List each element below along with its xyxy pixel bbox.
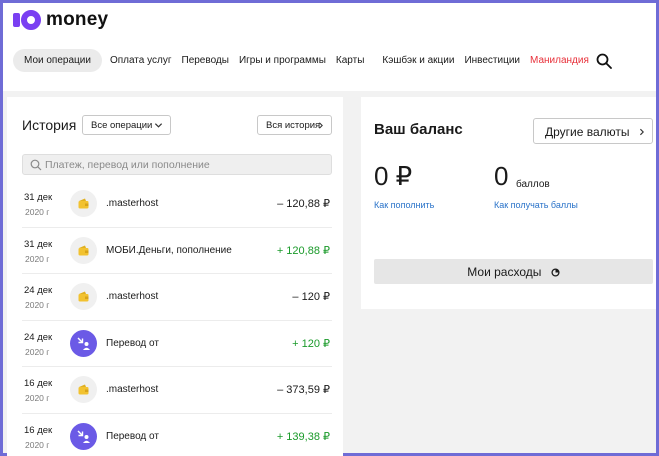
history-search [22, 154, 332, 175]
operation-date: 31 дек [24, 192, 53, 203]
nav-item-investments[interactable]: Инвестиции [459, 49, 525, 72]
operation-year: 2020 г [25, 300, 50, 310]
nav-item-manilandia[interactable]: Маниландия [525, 49, 594, 72]
transfer-icon [70, 329, 97, 357]
operation-amount: – 120 ₽ [292, 291, 330, 303]
operation-date: 31 дек [24, 238, 53, 250]
search-icon [30, 159, 42, 171]
balance-title: Ваш баланс [374, 121, 463, 138]
transfer-icon [70, 422, 97, 450]
other-currencies-label: Другие валюты [545, 125, 630, 139]
list-item[interactable]: 31 дек 2020 г .masterhost – 120,88 ₽ [22, 181, 332, 228]
list-item[interactable]: 24 дек 2020 г Перевод от + 120 ₽ [22, 321, 332, 367]
operation-name: .masterhost [106, 291, 159, 302]
wallet-icon [70, 190, 97, 217]
operation-amount: – 373,59 ₽ [277, 384, 330, 396]
operation-date: 24 дек [24, 285, 53, 296]
my-expenses-button[interactable]: Мои расходы [374, 259, 653, 284]
list-item[interactable]: 16 дек 2020 г Перевод от + 139,38 ₽ [22, 414, 332, 456]
wallet-icon [70, 376, 97, 403]
operation-year: 2020 г [25, 207, 50, 217]
nav-item-transfers[interactable]: Переводы [177, 49, 234, 72]
operation-year: 2020 г [25, 253, 50, 264]
points-link[interactable]: Как получать баллы [494, 200, 578, 210]
nav-item-games[interactable]: Игры и программы [234, 49, 331, 72]
other-currencies-button[interactable]: Другие валюты [533, 118, 653, 144]
operation-name: Перевод от [106, 337, 159, 349]
operation-name: МОБИ.Деньги, пополнение [106, 244, 232, 256]
points-label: баллов [516, 179, 550, 190]
list-item[interactable]: 24 дек 2020 г .masterhost – 120 ₽ [22, 274, 332, 321]
list-item[interactable]: 31 дек 2020 г МОБИ.Деньги, пополнение + … [22, 228, 332, 274]
nav-item-payments[interactable]: Оплата услуг [105, 49, 177, 72]
chevron-right-icon [319, 122, 323, 129]
all-history-label: Вся история [266, 120, 321, 131]
history-panel: История Все операции Вся история 31 дек … [7, 97, 343, 456]
operation-amount: + 120 ₽ [292, 337, 330, 350]
points-amount: 0 [494, 161, 509, 191]
nav-item-cards[interactable]: Карты [331, 49, 370, 72]
operation-name: Перевод от [106, 430, 159, 442]
my-expenses-label: Мои расходы [467, 265, 542, 279]
operation-amount: + 139,38 ₽ [276, 430, 330, 443]
operations-list: 31 дек 2020 г .masterhost – 120,88 ₽ 31 … [22, 181, 332, 456]
top-up-link[interactable]: Как пополнить [374, 200, 434, 210]
operation-year: 2020 г [25, 393, 50, 403]
pie-chart-icon [551, 268, 560, 277]
main-nav: Мои операции Оплата услуг Переводы Игры … [13, 49, 594, 72]
logo-mark-icon [13, 10, 41, 30]
search-icon[interactable] [596, 53, 612, 69]
operation-name: .masterhost [106, 198, 159, 209]
list-item[interactable]: 16 дек 2020 г .masterhost – 373,59 ₽ [22, 367, 332, 414]
operation-year: 2020 г [25, 346, 50, 357]
top-header: money Мои операции Оплата услуг Переводы… [3, 3, 656, 91]
chevron-right-icon [640, 128, 644, 136]
history-title: История [22, 117, 77, 133]
operation-date: 16 дек [24, 424, 53, 436]
operation-date: 24 дек [24, 331, 53, 343]
nav-item-cashback[interactable]: Кэшбэк и акции [377, 49, 459, 72]
operation-year: 2020 г [25, 439, 50, 450]
logo-text: money [46, 9, 109, 30]
operation-name: .masterhost [106, 384, 159, 395]
operation-amount: – 120,88 ₽ [277, 198, 330, 210]
operation-amount: + 120,88 ₽ [276, 244, 330, 257]
wallet-icon [70, 283, 97, 310]
all-history-button[interactable]: Вся история [257, 115, 332, 135]
balance-panel: Ваш баланс Другие валюты 0 ₽ Как пополни… [361, 97, 656, 309]
chevron-down-icon [154, 123, 163, 128]
filter-selected-value: Все операции [91, 120, 153, 131]
logo[interactable]: money [13, 9, 108, 31]
nav-item-my-operations[interactable]: Мои операции [13, 49, 102, 72]
operation-date: 16 дек [24, 378, 53, 389]
wallet-icon [70, 236, 97, 264]
operations-filter-select[interactable]: Все операции [82, 115, 171, 135]
history-search-input[interactable] [45, 157, 325, 173]
balance-amount: 0 ₽ [374, 161, 413, 191]
